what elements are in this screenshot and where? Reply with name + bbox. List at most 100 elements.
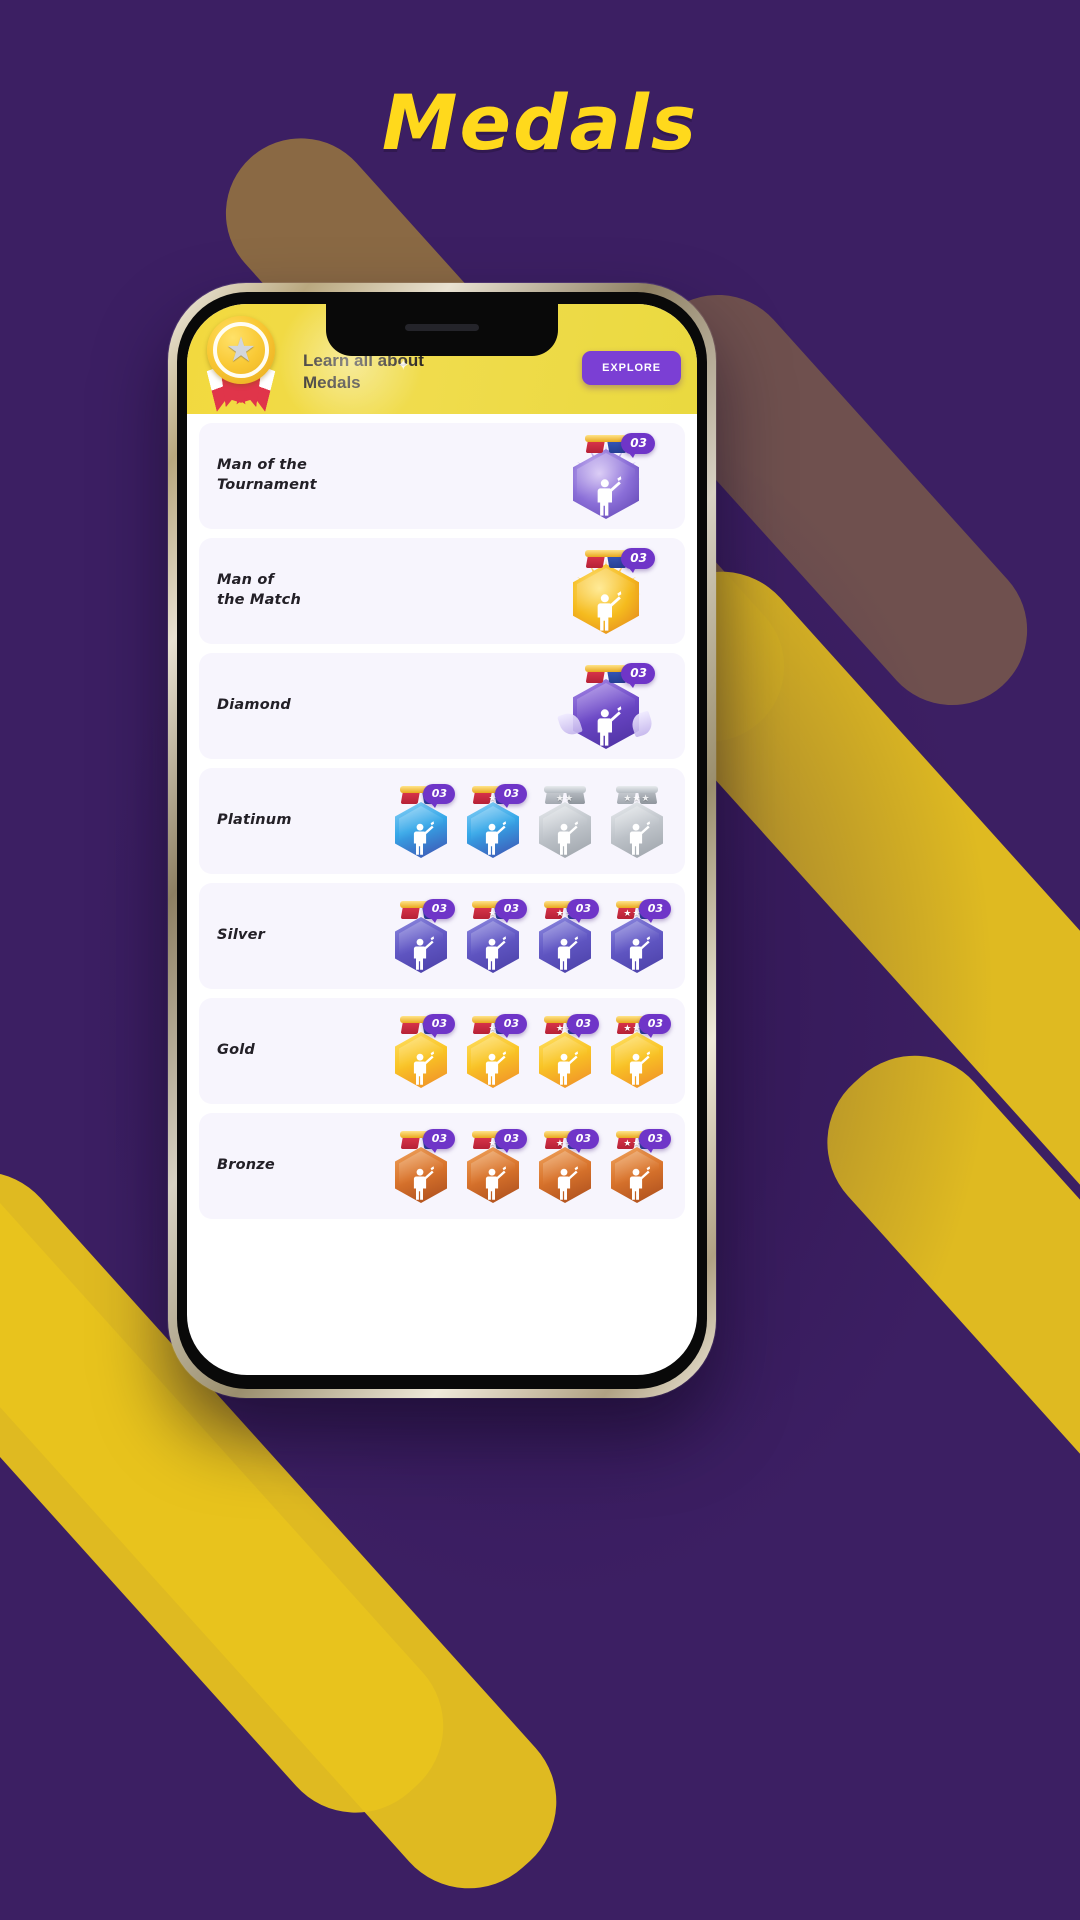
medal-row-label-line2: the Match xyxy=(217,592,301,608)
phone-body: ✦ ✦ ★ Learn all about Medals EXPLORE Man… xyxy=(177,292,707,1389)
medal-hex-shield-icon xyxy=(611,1032,663,1088)
batsman-silhouette-icon xyxy=(552,821,578,855)
medal-count-badge: 03 xyxy=(422,1014,455,1038)
medal-hex-shield-icon xyxy=(395,1147,447,1203)
medal-ribbon-icon xyxy=(585,550,627,570)
medal-count-badge: 03 xyxy=(422,899,455,923)
medal-count-badge: 03 xyxy=(422,1129,455,1153)
medal-count-badge: 03 xyxy=(621,433,655,458)
batsman-silhouette-icon xyxy=(590,706,622,746)
sparkle-icon: ✦ xyxy=(397,356,410,374)
medal-row-label-line1: Platinum xyxy=(217,812,292,829)
medal-hex-shield-icon xyxy=(467,802,519,858)
batsman-silhouette-icon xyxy=(480,1051,506,1085)
medal-group: 03 xyxy=(325,663,671,749)
medal-badge[interactable]: ★★★ 03 xyxy=(607,899,671,973)
medal-badge[interactable]: 03 xyxy=(557,663,655,749)
medal-count-badge: 03 xyxy=(638,1014,671,1038)
phone-mockup: ✦ ✦ ★ Learn all about Medals EXPLORE Man… xyxy=(168,283,716,1398)
medal-row-label: Man of the Tournament xyxy=(217,456,325,495)
medal-badge[interactable]: ★ 03 xyxy=(463,899,527,973)
batsman-silhouette-icon xyxy=(408,1051,434,1085)
medal-count-badge: 03 xyxy=(621,548,655,573)
medal-count-badge: 03 xyxy=(638,1129,671,1153)
medal-count-badge: 03 xyxy=(566,1014,599,1038)
medal-badge[interactable]: ★★ 03 xyxy=(535,1014,599,1088)
table-row[interactable]: Silver 03 ★ 03 ★★ 03 ★★★ 03 xyxy=(199,883,685,989)
table-row[interactable]: Man of the Tournament 03 xyxy=(199,423,685,529)
medal-badge[interactable]: 03 xyxy=(391,784,455,858)
medal-badge[interactable]: ★ 03 xyxy=(463,1014,527,1088)
medal-group: 03 xyxy=(325,433,671,519)
medal-row-label-line1: Silver xyxy=(217,927,266,944)
medal-row-label: Bronze xyxy=(217,1156,325,1176)
table-row[interactable]: Gold 03 ★ 03 ★★ 03 ★★★ 03 xyxy=(199,998,685,1104)
medal-group: 03 ★ 03 ★★ 03 ★★★ 03 xyxy=(325,1014,671,1088)
medal-star-rating: ★★★ xyxy=(623,794,651,804)
medal-hex-shield-icon xyxy=(611,917,663,973)
batsman-silhouette-icon xyxy=(624,821,650,855)
phone-notch xyxy=(326,304,558,356)
batsman-silhouette-icon xyxy=(480,936,506,970)
phone-speaker xyxy=(405,324,479,331)
medal-row-label: Silver xyxy=(217,926,325,946)
medal-badge[interactable]: ★ 03 xyxy=(463,784,527,858)
batsman-silhouette-icon xyxy=(552,936,578,970)
medal-row-label: Diamond xyxy=(217,696,325,716)
medal-badge[interactable]: ★★ 03 xyxy=(535,1129,599,1203)
medal-group: 03 ★ 03 ★★ ★★★ xyxy=(325,784,671,858)
medal-hex-shield-icon xyxy=(395,1032,447,1088)
medal-row-label-line1: Bronze xyxy=(217,1157,275,1174)
batsman-silhouette-icon xyxy=(480,1166,506,1200)
table-row[interactable]: Platinum 03 ★ 03 ★★ ★★★ xyxy=(199,768,685,874)
medal-row-label-line1: Man of xyxy=(217,572,275,589)
medal-hex-shield-icon xyxy=(611,1147,663,1203)
batsman-silhouette-icon xyxy=(590,591,622,631)
medal-hex-shield-icon xyxy=(467,1147,519,1203)
batsman-silhouette-icon xyxy=(624,936,650,970)
rosette-medal-icon: ★ xyxy=(201,316,281,408)
medal-badge[interactable]: 03 xyxy=(391,1014,455,1088)
table-row[interactable]: Man of the Match 03 xyxy=(199,538,685,644)
medal-hex-shield-icon xyxy=(573,679,639,749)
batsman-silhouette-icon xyxy=(624,1051,650,1085)
batsman-silhouette-icon xyxy=(480,821,506,855)
medal-badge[interactable]: ★ 03 xyxy=(463,1129,527,1203)
medal-star-rating: ★★ xyxy=(555,794,575,804)
medal-hex-shield-icon xyxy=(395,917,447,973)
table-row[interactable]: Bronze 03 ★ 03 ★★ 03 ★★★ 03 xyxy=(199,1113,685,1219)
medal-count-badge: 03 xyxy=(422,784,455,808)
batsman-silhouette-icon xyxy=(408,936,434,970)
medal-ribbon-icon xyxy=(585,665,627,685)
medal-badge[interactable]: ★★★ 03 xyxy=(607,1129,671,1203)
medal-badge[interactable]: ★★★ xyxy=(607,784,667,858)
medal-badge[interactable]: ★★ xyxy=(535,784,595,858)
medal-row-label-line1: Gold xyxy=(217,1042,256,1059)
medal-row-label-line1: Diamond xyxy=(217,697,291,714)
medal-badge[interactable]: 03 xyxy=(391,1129,455,1203)
medal-row-label-line2: Tournament xyxy=(217,477,317,493)
medal-hex-shield-icon xyxy=(611,802,663,858)
table-row[interactable]: Diamond 03 xyxy=(199,653,685,759)
medal-group: 03 xyxy=(325,548,671,634)
medal-hex-shield-icon xyxy=(539,1147,591,1203)
medal-group: 03 ★ 03 ★★ 03 ★★★ 03 xyxy=(325,1129,671,1203)
medal-hex-shield-icon xyxy=(467,1032,519,1088)
medal-hex-shield-icon xyxy=(539,802,591,858)
batsman-silhouette-icon xyxy=(552,1051,578,1085)
medal-row-label: Platinum xyxy=(217,811,325,831)
batsman-silhouette-icon xyxy=(408,821,434,855)
medal-hex-shield-icon xyxy=(467,917,519,973)
medal-count-badge: 03 xyxy=(638,899,671,923)
medal-badge[interactable]: 03 xyxy=(567,548,655,634)
medal-badge[interactable]: 03 xyxy=(391,899,455,973)
medal-count-badge: 03 xyxy=(494,784,527,808)
medal-hex-shield-icon xyxy=(539,917,591,973)
medal-badge[interactable]: ★★ 03 xyxy=(535,899,599,973)
phone-screen: ✦ ✦ ★ Learn all about Medals EXPLORE Man… xyxy=(187,304,697,1375)
medal-count-badge: 03 xyxy=(566,1129,599,1153)
explore-button[interactable]: EXPLORE xyxy=(582,351,681,385)
medal-badge[interactable]: 03 xyxy=(567,433,655,519)
medal-badge[interactable]: ★★★ 03 xyxy=(607,1014,671,1088)
page-title: Medals xyxy=(381,78,699,167)
